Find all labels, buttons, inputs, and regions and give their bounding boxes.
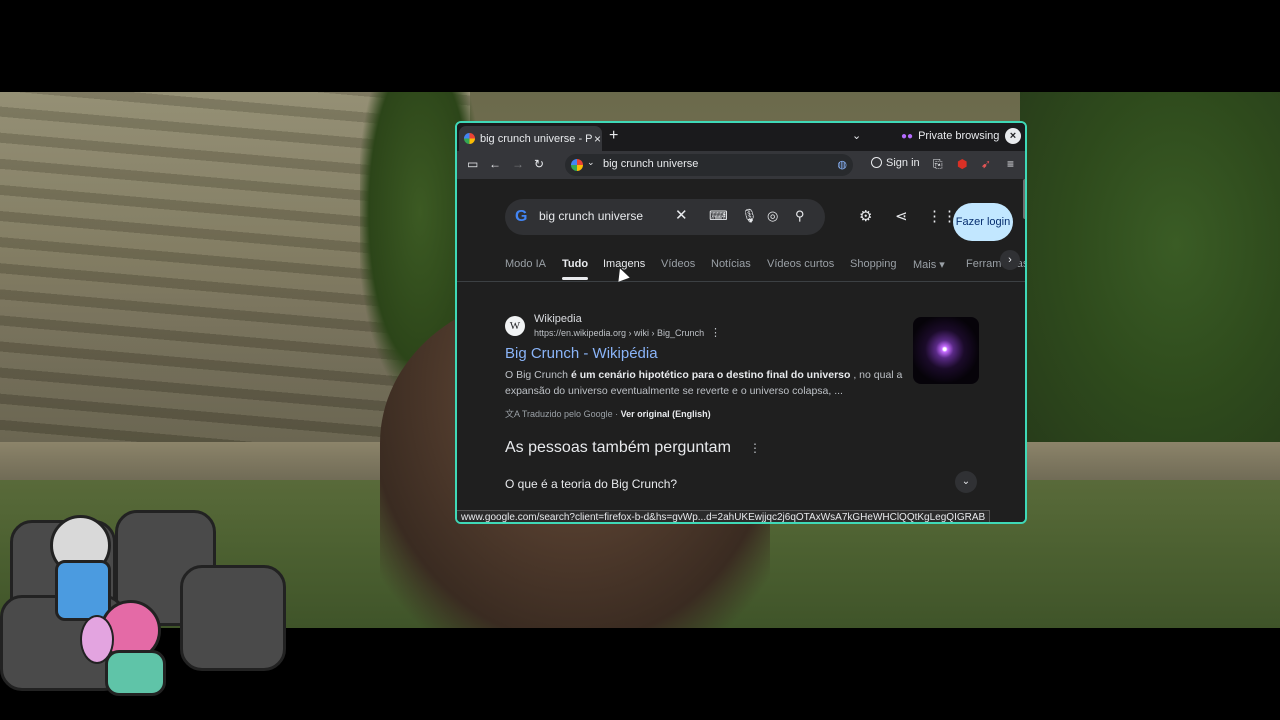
- translated-label: Traduzido pelo Google ·: [521, 409, 621, 419]
- tab-shopping[interactable]: Shopping: [850, 258, 897, 270]
- nav-scroll-right-icon[interactable]: ›: [1000, 250, 1020, 270]
- snippet-bold: é um cenário hipotético para o destino f…: [570, 369, 851, 381]
- private-mask-icon: ●●: [901, 130, 914, 142]
- wikipedia-icon: W: [505, 316, 525, 336]
- microphone-icon[interactable]: 🎙: [741, 208, 758, 224]
- tab-noticias[interactable]: Notícias: [711, 258, 751, 270]
- translated-note: 文A Traduzido pelo Google · Ver original …: [505, 407, 711, 420]
- window-close-button[interactable]: ×: [1005, 128, 1021, 144]
- keyboard-icon[interactable]: ⌨: [709, 208, 728, 224]
- back-arrow-icon[interactable]: ←: [489, 157, 501, 171]
- google-g-icon: G: [515, 208, 528, 225]
- people-also-ask-options-icon[interactable]: ⋮: [749, 441, 761, 455]
- google-favicon-icon: [464, 133, 475, 144]
- sign-in-label: Sign in: [886, 157, 920, 169]
- address-text[interactable]: big crunch universe: [603, 158, 698, 170]
- address-bar[interactable]: ⌄ big crunch universe ◍: [565, 154, 853, 176]
- sidebar-icon[interactable]: ▭: [467, 157, 478, 171]
- trees: [1020, 92, 1280, 472]
- snippet-pre: O Big Crunch: [505, 369, 571, 381]
- new-tab-button[interactable]: +: [609, 127, 618, 145]
- clear-search-icon[interactable]: ✕: [675, 206, 688, 224]
- translate-globe-icon[interactable]: ◍: [837, 158, 847, 171]
- settings-gear-icon[interactable]: ⚙: [859, 207, 872, 225]
- expand-chevron-icon[interactable]: ⌄: [955, 471, 977, 493]
- list-tabs-chevron-icon[interactable]: ⌄: [852, 129, 861, 142]
- tab-mais[interactable]: Mais ▾: [913, 258, 945, 271]
- share-icon[interactable]: ⋖: [895, 207, 908, 225]
- search-icon[interactable]: ⚲: [795, 208, 805, 224]
- result-more-options-icon[interactable]: ⋮: [710, 326, 721, 339]
- menu-hamburger-icon[interactable]: ≡: [1007, 157, 1014, 171]
- tab-videos-curtos[interactable]: Vídeos curtos: [767, 258, 834, 270]
- reload-icon[interactable]: ↻: [534, 157, 544, 171]
- search-input[interactable]: G big crunch universe ✕ ⌨ 🎙 ◎ ⚲: [505, 199, 825, 235]
- google-engine-icon: [571, 159, 583, 171]
- browser-window: big crunch universe - Pe × + ⌄ ●● Privat…: [455, 121, 1027, 524]
- tab-active[interactable]: big crunch universe - Pe ×: [459, 126, 602, 151]
- tab-title: big crunch universe - Pe: [480, 132, 592, 145]
- tab-modo-ia[interactable]: Modo IA: [505, 258, 546, 270]
- sign-in-button[interactable]: Sign in: [871, 157, 920, 169]
- search-query[interactable]: big crunch universe: [539, 209, 643, 223]
- galaxy-thumbnail-image[interactable]: [913, 317, 979, 384]
- result-site-name[interactable]: Wikipedia: [534, 313, 582, 325]
- question-item[interactable]: O que é a teoria do Big Crunch?: [505, 477, 677, 491]
- ublock-icon[interactable]: ⬢: [957, 157, 967, 171]
- result-title-link[interactable]: Big Crunch - Wikipédia: [505, 345, 658, 362]
- private-browsing-indicator: ●● Private browsing: [901, 130, 999, 142]
- result-site-url[interactable]: https://en.wikipedia.org › wiki › Big_Cr…: [534, 328, 704, 338]
- tab-close-icon[interactable]: ×: [594, 132, 601, 146]
- link-status-bar: www.google.com/search?client=firefox-b-d…: [457, 510, 991, 522]
- raccoon-shirt: [55, 560, 111, 621]
- account-icon: [871, 157, 882, 168]
- tab-videos[interactable]: Vídeos: [661, 258, 695, 270]
- extension-arrow-icon[interactable]: ➹: [981, 157, 991, 171]
- tab-mais-label: Mais: [913, 259, 937, 271]
- cartoon-overlay: [0, 505, 286, 700]
- people-also-ask-heading: As pessoas também perguntam: [505, 439, 731, 456]
- tab-tudo[interactable]: Tudo: [562, 258, 589, 280]
- forward-arrow-icon[interactable]: →: [512, 157, 524, 171]
- translate-icon: 文A: [505, 409, 522, 419]
- scrollbar[interactable]: [1023, 179, 1025, 219]
- fairy-dress: [105, 650, 166, 696]
- lens-camera-icon[interactable]: ◎: [767, 208, 778, 224]
- page-content: G big crunch universe ✕ ⌨ 🎙 ◎ ⚲ ⚙ ⋖ ⋮ ⋮ F…: [457, 179, 1025, 522]
- engine-chevron-icon[interactable]: ⌄: [587, 157, 595, 168]
- private-browsing-label: Private browsing: [918, 130, 1000, 142]
- result-snippet: O Big Crunch é um cenário hipotético par…: [505, 367, 905, 399]
- nav-toolbar: ▭ ← → ↻ ⌄ big crunch universe ◍ Sign in …: [457, 151, 1025, 179]
- nav-divider: [457, 281, 1025, 282]
- fazer-login-button[interactable]: Fazer login: [953, 203, 1013, 241]
- view-original-link[interactable]: Ver original (English): [621, 409, 711, 419]
- tab-strip: big crunch universe - Pe × + ⌄ ●● Privat…: [457, 123, 1025, 151]
- cartoon-chair-footrest: [180, 565, 286, 671]
- extensions-icon[interactable]: ⎘: [933, 157, 943, 172]
